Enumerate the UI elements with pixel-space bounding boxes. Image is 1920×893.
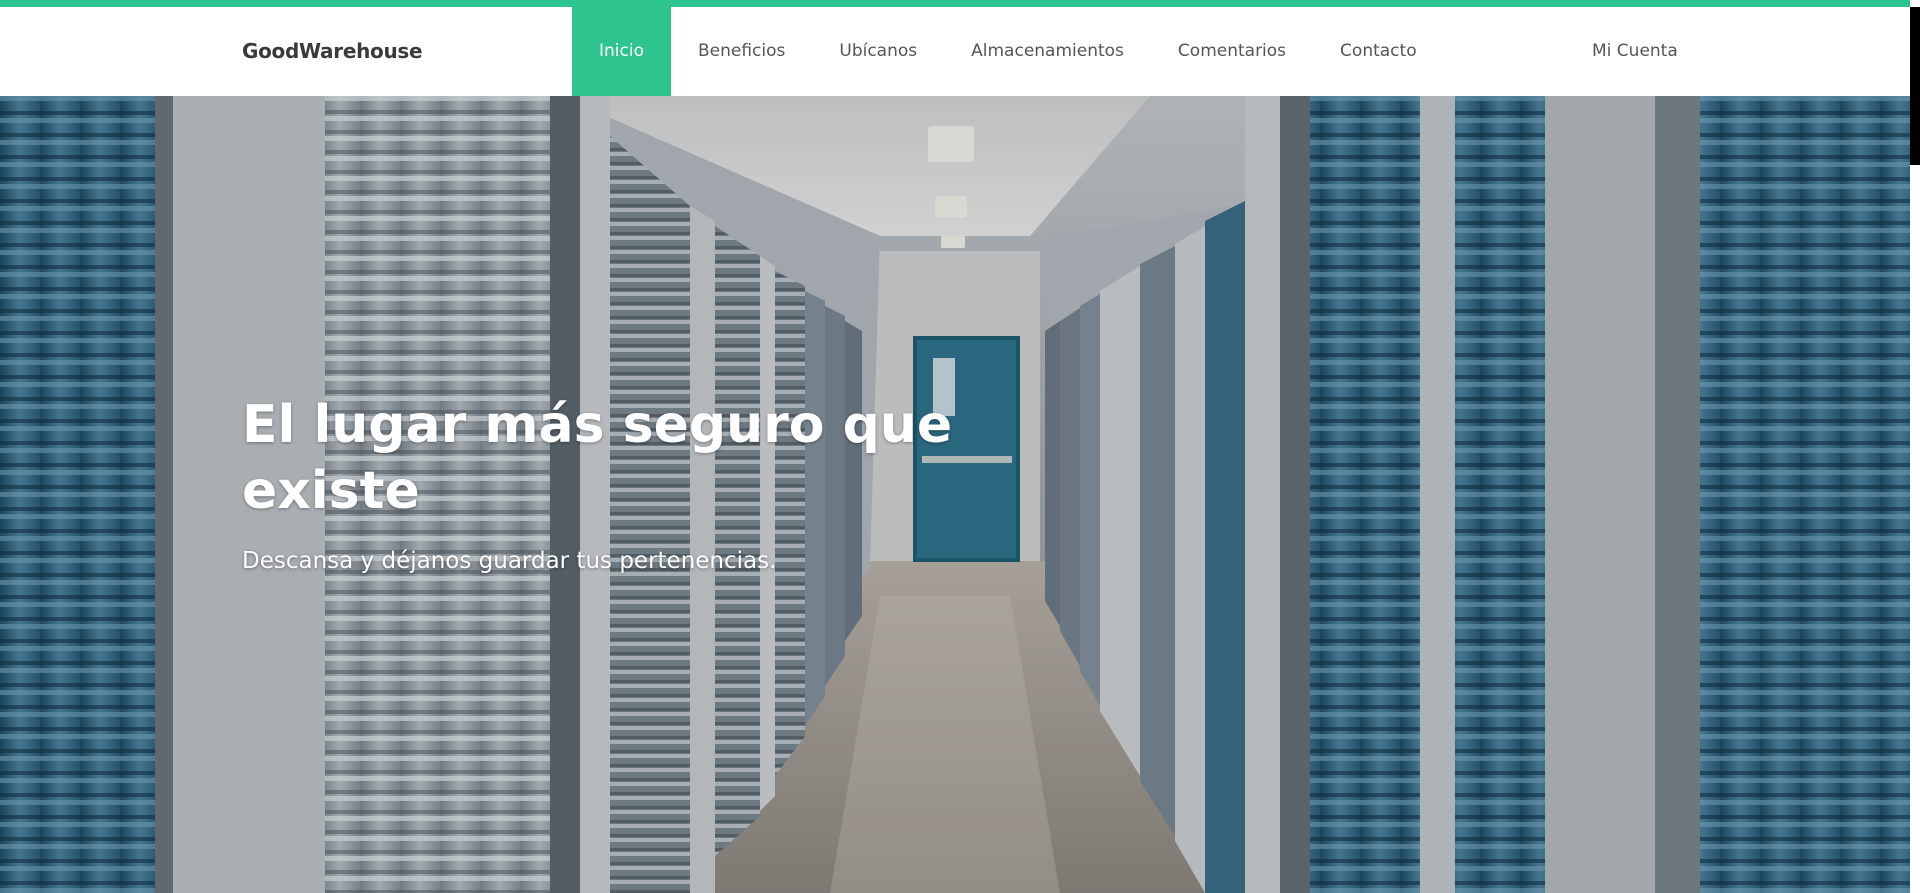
nav-item-almacenamientos[interactable]: Almacenamientos <box>944 7 1151 96</box>
hero-subtitle: Descansa y déjanos guardar tus pertenenc… <box>242 548 777 574</box>
hero-title: El lugar más seguro que existe <box>242 395 953 521</box>
nav-item-comentarios[interactable]: Comentarios <box>1151 7 1313 96</box>
hero-section: El lugar más seguro que existe Descansa … <box>0 96 1910 893</box>
scrollbar-thumb[interactable] <box>1910 7 1920 165</box>
hero-content: El lugar más seguro que existe Descansa … <box>242 392 962 576</box>
brand-logo[interactable]: GoodWarehouse <box>242 7 423 96</box>
nav-item-beneficios[interactable]: Beneficios <box>671 7 812 96</box>
top-accent-bar <box>0 0 1910 7</box>
nav-item-ubicanos[interactable]: Ubícanos <box>812 7 944 96</box>
account-link[interactable]: Mi Cuenta <box>1592 7 1678 96</box>
nav-menu: Inicio Beneficios Ubícanos Almacenamient… <box>572 7 1444 96</box>
nav-item-contacto[interactable]: Contacto <box>1313 7 1444 96</box>
navbar: GoodWarehouse Inicio Beneficios Ubícanos… <box>0 7 1910 96</box>
nav-item-inicio[interactable]: Inicio <box>572 7 671 96</box>
